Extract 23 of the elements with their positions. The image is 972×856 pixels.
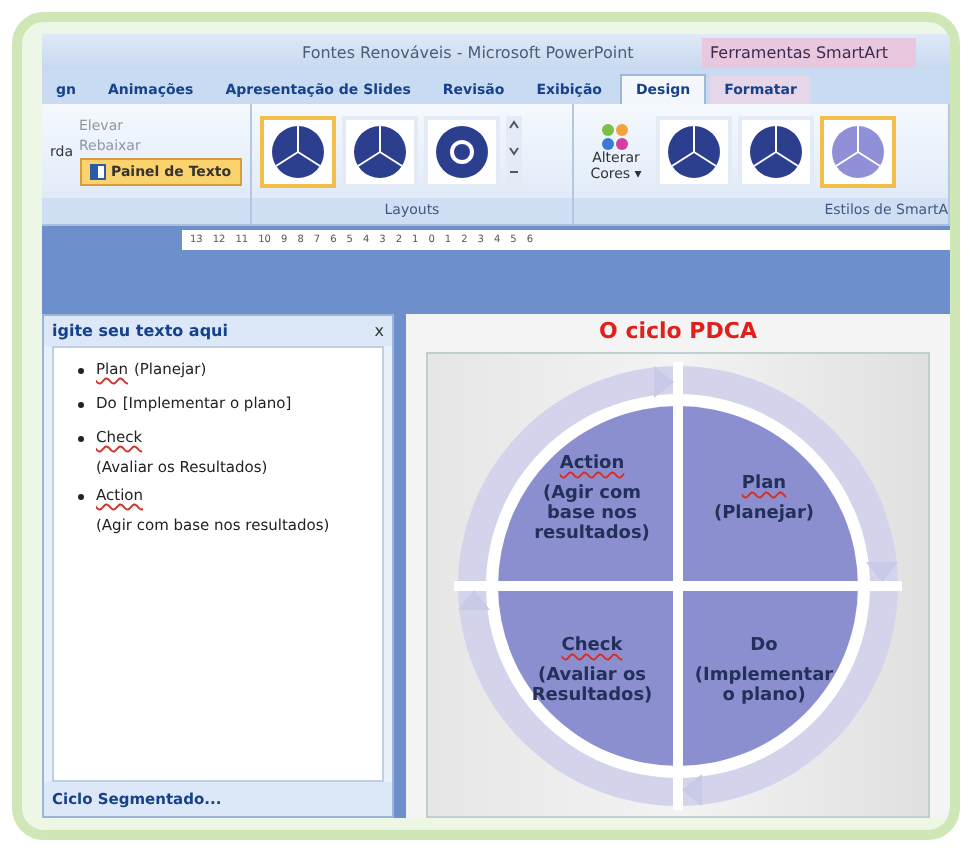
bullet-icon — [78, 368, 84, 374]
circle-layout-icon — [666, 123, 722, 179]
circle-layout-icon — [748, 123, 804, 179]
context-tab-group: Ferramentas SmartArt — [702, 37, 917, 67]
cycle-step-text: Plan (Planejar) — [711, 472, 817, 528]
circle-layout-icon — [830, 123, 886, 179]
bullet-icon — [78, 436, 84, 442]
window-title: Fontes Renováveis - Microsoft PowerPoint — [302, 43, 636, 61]
pane-icon — [89, 163, 105, 179]
circle-layout-icon — [352, 123, 408, 179]
circle-layout-icon — [270, 123, 326, 179]
layout-thumbnail[interactable] — [260, 115, 336, 187]
color-dots-icon — [600, 121, 632, 149]
circle-layout-icon — [434, 123, 490, 179]
slide-title: O ciclo PDCA — [599, 318, 757, 344]
bullet-icon — [78, 494, 84, 500]
cycle-step-text: Action (Agir com base nos resultados) — [532, 452, 652, 548]
close-button[interactable]: x — [374, 322, 384, 340]
cycle-step-text: Check (Avaliar os Resultados) — [529, 634, 655, 710]
bullet-icon — [78, 402, 84, 408]
cycle-step-text: Do (Implementar o plano) — [692, 634, 836, 710]
style-thumbnail[interactable] — [820, 115, 896, 187]
pane-title: igite seu texto aqui — [52, 322, 228, 340]
